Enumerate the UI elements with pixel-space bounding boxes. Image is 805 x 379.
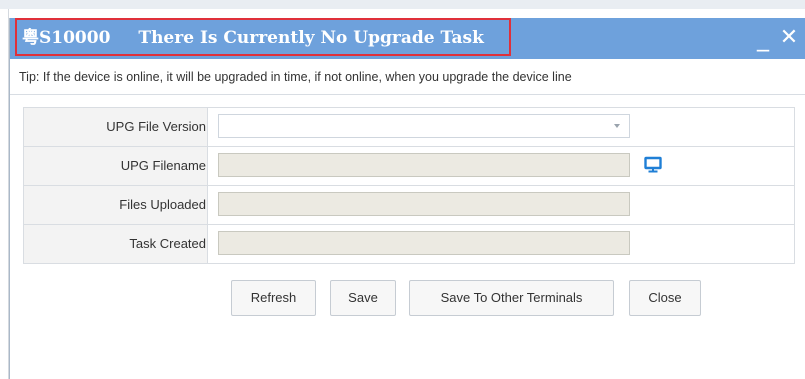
tip-divider: [10, 94, 805, 95]
minimize-button[interactable]: _: [752, 25, 774, 51]
form-row-file-version: UPG File Version: [23, 107, 795, 147]
filename-field: [218, 153, 630, 177]
close-button[interactable]: Close: [629, 280, 701, 316]
upgrade-dialog: 粤S10000 There Is Currently No Upgrade Tas…: [9, 18, 805, 379]
form-row-task-created: Task Created: [23, 225, 795, 264]
form-row-filename: UPG Filename: [23, 147, 795, 186]
task-created-label: Task Created: [24, 225, 208, 263]
upgrade-form: UPG File Version UPG Filename Files Uplo…: [23, 107, 795, 264]
tip-text: Tip: If the device is online, it will be…: [19, 70, 572, 84]
refresh-button[interactable]: Refresh: [231, 280, 316, 316]
title-highlight-box: [15, 18, 511, 56]
close-icon[interactable]: ✕: [778, 25, 800, 51]
chevron-down-icon: [614, 124, 620, 128]
file-version-label: UPG File Version: [24, 108, 208, 146]
background-header-strip: [0, 0, 805, 9]
files-uploaded-field: [218, 192, 630, 216]
task-created-field: [218, 231, 630, 255]
window-controls: _ ✕: [752, 24, 800, 52]
file-version-select[interactable]: [218, 114, 630, 138]
save-to-other-terminals-button[interactable]: Save To Other Terminals: [409, 280, 614, 316]
save-button[interactable]: Save: [330, 280, 396, 316]
dialog-titlebar[interactable]: 粤S10000 There Is Currently No Upgrade Tas…: [10, 18, 805, 59]
filename-label: UPG Filename: [24, 147, 208, 185]
form-row-files-uploaded: Files Uploaded: [23, 186, 795, 225]
monitor-icon[interactable]: [644, 156, 662, 174]
files-uploaded-label: Files Uploaded: [24, 186, 208, 224]
